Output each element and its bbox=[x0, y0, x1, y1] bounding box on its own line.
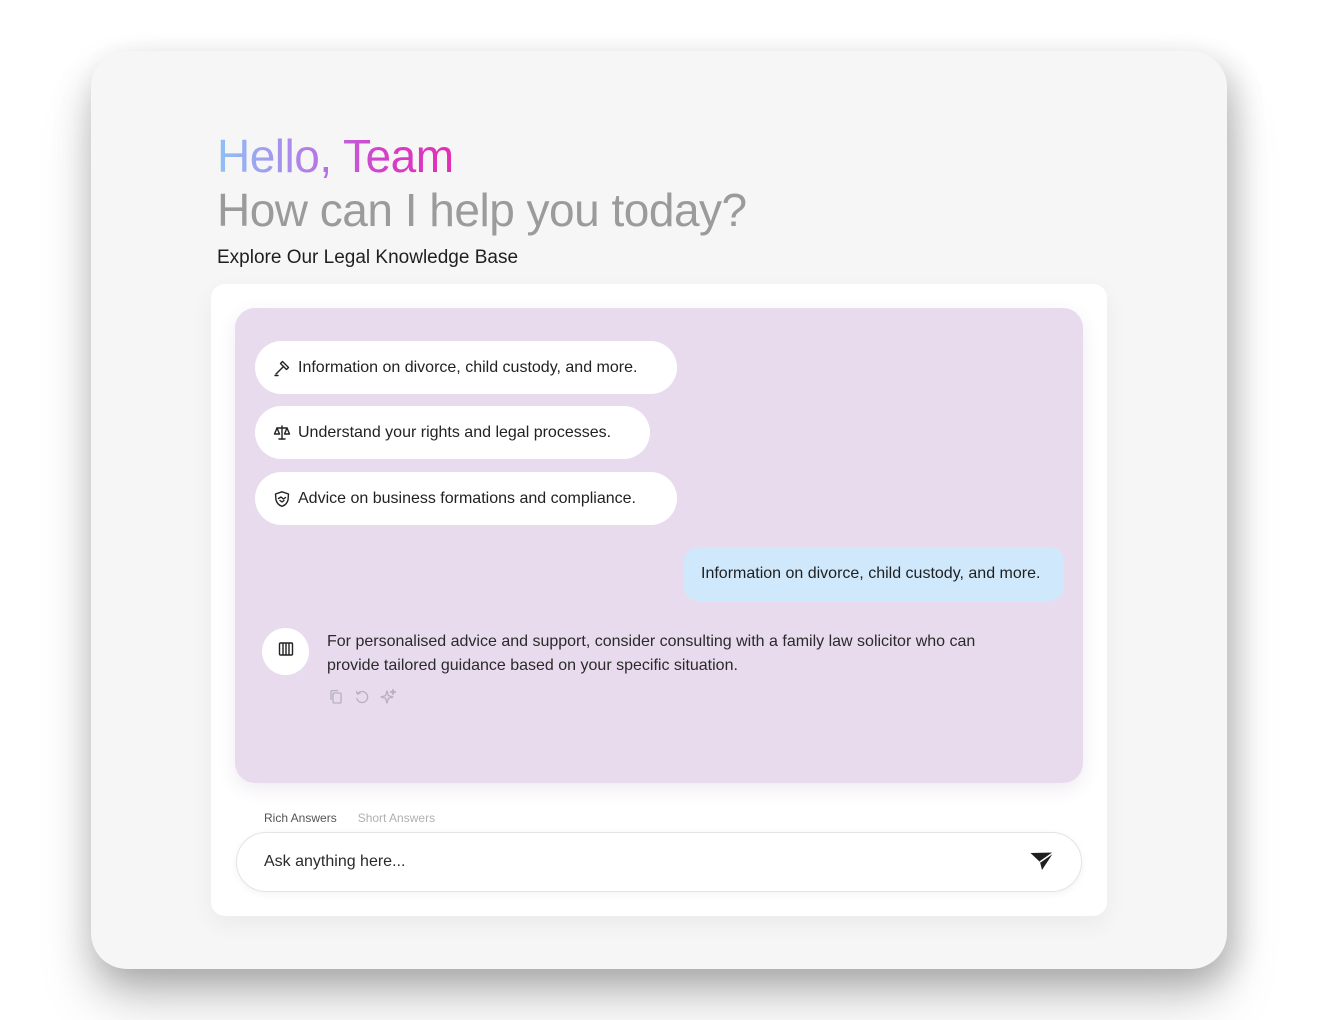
send-button[interactable] bbox=[1027, 848, 1057, 878]
pillar-icon bbox=[277, 640, 295, 663]
greeting-title: Hello, Team bbox=[217, 130, 454, 182]
handshake-shield-icon bbox=[273, 490, 291, 508]
answer-mode-tabs: Rich Answers Short Answers bbox=[264, 811, 435, 825]
suggestion-chip-business[interactable]: Advice on business formations and compli… bbox=[255, 472, 677, 525]
user-message-text: Information on divorce, child custody, a… bbox=[701, 565, 1041, 582]
scales-icon bbox=[273, 424, 291, 442]
send-icon bbox=[1029, 850, 1055, 877]
gavel-icon bbox=[273, 359, 291, 377]
bot-avatar bbox=[262, 628, 309, 675]
message-actions bbox=[327, 688, 397, 706]
tab-rich-answers[interactable]: Rich Answers bbox=[264, 811, 337, 825]
suggestion-label: Advice on business formations and compli… bbox=[298, 489, 636, 507]
regenerate-icon[interactable] bbox=[353, 688, 371, 706]
bot-message-text: For personalised advice and support, con… bbox=[327, 633, 976, 674]
copy-icon[interactable] bbox=[327, 688, 345, 706]
tab-short-answers[interactable]: Short Answers bbox=[358, 811, 435, 825]
greeting-subtitle: How can I help you today? bbox=[217, 184, 747, 236]
chat-input[interactable] bbox=[264, 833, 1004, 891]
chat-input-container bbox=[236, 832, 1082, 892]
user-message-bubble: Information on divorce, child custody, a… bbox=[684, 547, 1064, 601]
sparkle-icon[interactable] bbox=[379, 688, 397, 706]
knowledge-base-heading: Explore Our Legal Knowledge Base bbox=[217, 247, 519, 268]
suggestion-chip-family-law[interactable]: Information on divorce, child custody, a… bbox=[255, 341, 677, 394]
suggestion-label: Understand your rights and legal process… bbox=[298, 423, 612, 441]
suggestion-chip-rights[interactable]: Understand your rights and legal process… bbox=[255, 406, 650, 459]
suggestion-label: Information on divorce, child custody, a… bbox=[298, 358, 638, 376]
